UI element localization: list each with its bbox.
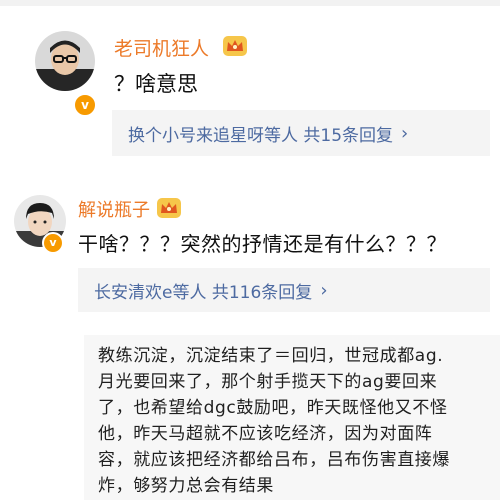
quote-line: 教练沉淀，沉淀结束了＝回归，世冠成都ag. xyxy=(98,346,444,366)
chevron-right-icon: › xyxy=(320,279,328,301)
crown-icon xyxy=(156,197,182,219)
comment-text: ？啥意思 xyxy=(114,72,198,96)
avatar[interactable] xyxy=(35,31,95,91)
username[interactable]: 解说瓶子 xyxy=(78,196,150,222)
verified-badge-icon: v xyxy=(42,232,64,254)
chevron-right-icon: › xyxy=(401,122,409,144)
quoted-post[interactable]: 教练沉淀，沉淀结束了＝回归，世冠成都ag. 月光要回来了，那个射手揽天下的ag要… xyxy=(84,335,500,500)
reply-summary-link[interactable]: 换个小号来追星呀等人 共15条回复 › xyxy=(112,110,490,156)
username[interactable]: 老司机狂人 xyxy=(114,34,209,61)
reply-summary-label: 长安清欢e等人 共116条回复 xyxy=(94,282,313,303)
verified-badge-icon: v xyxy=(73,93,97,117)
quote-line: 炸，够努力总会有结果 xyxy=(98,476,274,496)
quote-line: 他，昨天马超就不应该吃经济，因为对面阵 xyxy=(98,424,433,444)
crown-icon xyxy=(222,35,248,57)
quote-line: 容，就应该把经济都给吕布，吕布伤害直接爆 xyxy=(98,450,450,470)
reply-summary-link[interactable]: 长安清欢e等人 共116条回复 › xyxy=(78,268,490,312)
comment-text: 干啥？？？突然的抒情还是有什么？？？ xyxy=(78,232,447,256)
quote-line: 月光要回来了，那个射手揽天下的ag要回来 xyxy=(98,372,438,392)
reply-summary-label: 换个小号来追星呀等人 共15条回复 xyxy=(128,125,394,146)
top-divider xyxy=(0,0,500,6)
quote-line: 了，也希望给dgc鼓励吧，昨天既怪他又不怪 xyxy=(98,398,448,418)
avatar-photo-icon xyxy=(35,31,95,91)
